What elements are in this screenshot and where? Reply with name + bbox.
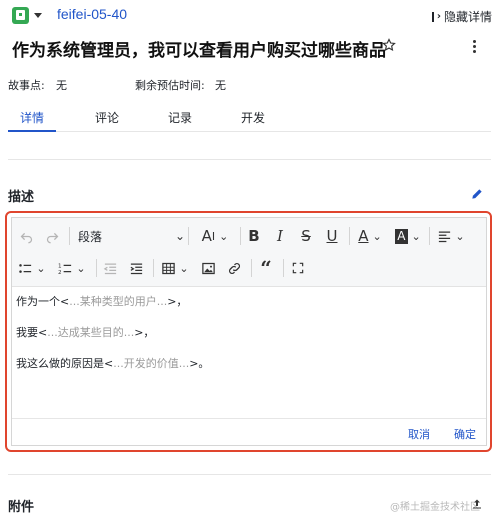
cancel-button[interactable]: 取消 bbox=[408, 426, 430, 442]
pencil-icon[interactable] bbox=[470, 187, 484, 201]
paragraph-style-label: 段落 bbox=[78, 229, 103, 244]
tab-history[interactable]: 记录 bbox=[168, 109, 192, 126]
section-divider bbox=[8, 159, 491, 160]
placeholder-text: ...某种类型的用户... bbox=[69, 295, 168, 308]
indent-icon[interactable] bbox=[126, 258, 146, 278]
more-options-icon[interactable] bbox=[473, 40, 476, 55]
star-icon[interactable] bbox=[382, 38, 396, 52]
svg-text:2: 2 bbox=[58, 270, 62, 276]
background-color-icon[interactable]: A ⌄ bbox=[392, 226, 424, 246]
bold-icon[interactable]: B bbox=[244, 226, 264, 246]
paragraph-style-select[interactable]: 段落 ⌄ bbox=[75, 226, 185, 246]
placeholder-text: ...开发的价值... bbox=[113, 357, 190, 370]
editor-footer-divider bbox=[12, 418, 486, 419]
placeholder-text: ...达成某些目的... bbox=[47, 326, 135, 339]
issue-key-link[interactable]: feifei-05-40 bbox=[57, 6, 127, 22]
story-type-icon[interactable] bbox=[12, 7, 29, 24]
remaining-estimate-value[interactable]: 无 bbox=[215, 77, 226, 93]
align-icon[interactable]: ⌄ bbox=[434, 226, 468, 246]
numbered-list-icon[interactable]: 1 2 ⌄ bbox=[54, 258, 90, 278]
underline-icon[interactable]: U bbox=[322, 226, 342, 246]
link-icon[interactable] bbox=[224, 258, 244, 278]
font-color-icon[interactable]: A ⌄ bbox=[354, 226, 386, 246]
hide-details-label: 隐藏详情 bbox=[443, 10, 492, 24]
tab-comments[interactable]: 评论 bbox=[95, 109, 119, 126]
editor-toolbar: 段落 ⌄ A I ⌄ B I S U A ⌄ A ⌄ ⌄ ⌄ 1 2 ⌄ ⌄ “ bbox=[12, 218, 486, 287]
strikethrough-icon[interactable]: S bbox=[296, 226, 316, 246]
story-points-value[interactable]: 无 bbox=[56, 77, 67, 93]
editor-line[interactable]: 我要<...达成某些目的...>， bbox=[16, 324, 154, 340]
chevron-down-icon: ⌄ bbox=[174, 229, 185, 243]
confirm-button[interactable]: 确定 bbox=[454, 426, 476, 442]
attachments-heading: 附件 bbox=[8, 500, 35, 515]
tabs-divider bbox=[8, 131, 491, 132]
svg-text:1: 1 bbox=[58, 263, 62, 269]
remaining-estimate-label: 剩余预估时间: bbox=[135, 79, 205, 92]
quote-icon[interactable]: “ bbox=[256, 256, 276, 280]
active-tab-indicator bbox=[8, 130, 56, 132]
hide-details-button[interactable]: › 隐藏详情 bbox=[430, 8, 492, 25]
undo-icon[interactable] bbox=[16, 227, 36, 245]
tab-development[interactable]: 开发 bbox=[241, 109, 265, 126]
outdent-icon[interactable] bbox=[100, 258, 120, 278]
table-icon[interactable]: ⌄ bbox=[158, 258, 192, 278]
upload-icon[interactable] bbox=[471, 498, 483, 510]
panel-collapse-icon bbox=[431, 11, 434, 22]
tab-details[interactable]: 详情 bbox=[20, 109, 44, 126]
page-title[interactable]: 作为系统管理员，我可以查看用户购买过哪些商品 bbox=[12, 36, 386, 61]
bulleted-list-icon[interactable]: ⌄ bbox=[14, 258, 50, 278]
redo-icon[interactable] bbox=[42, 227, 62, 245]
italic-icon[interactable]: I bbox=[270, 226, 290, 246]
watermark: @稀土掘金技术社区 bbox=[390, 502, 480, 513]
editor-line[interactable]: 我这么做的原因是<...开发的价值...>。 bbox=[16, 355, 209, 371]
section-divider bbox=[8, 474, 491, 475]
fullscreen-icon[interactable] bbox=[288, 258, 308, 278]
font-size-icon[interactable]: A I ⌄ bbox=[194, 226, 236, 246]
image-icon[interactable] bbox=[198, 258, 218, 278]
chevron-down-icon[interactable] bbox=[34, 13, 42, 18]
description-heading: 描述 bbox=[8, 190, 35, 205]
story-points-label: 故事点: bbox=[8, 79, 45, 92]
editor-line[interactable]: 作为一个<...某种类型的用户...>， bbox=[16, 293, 187, 309]
